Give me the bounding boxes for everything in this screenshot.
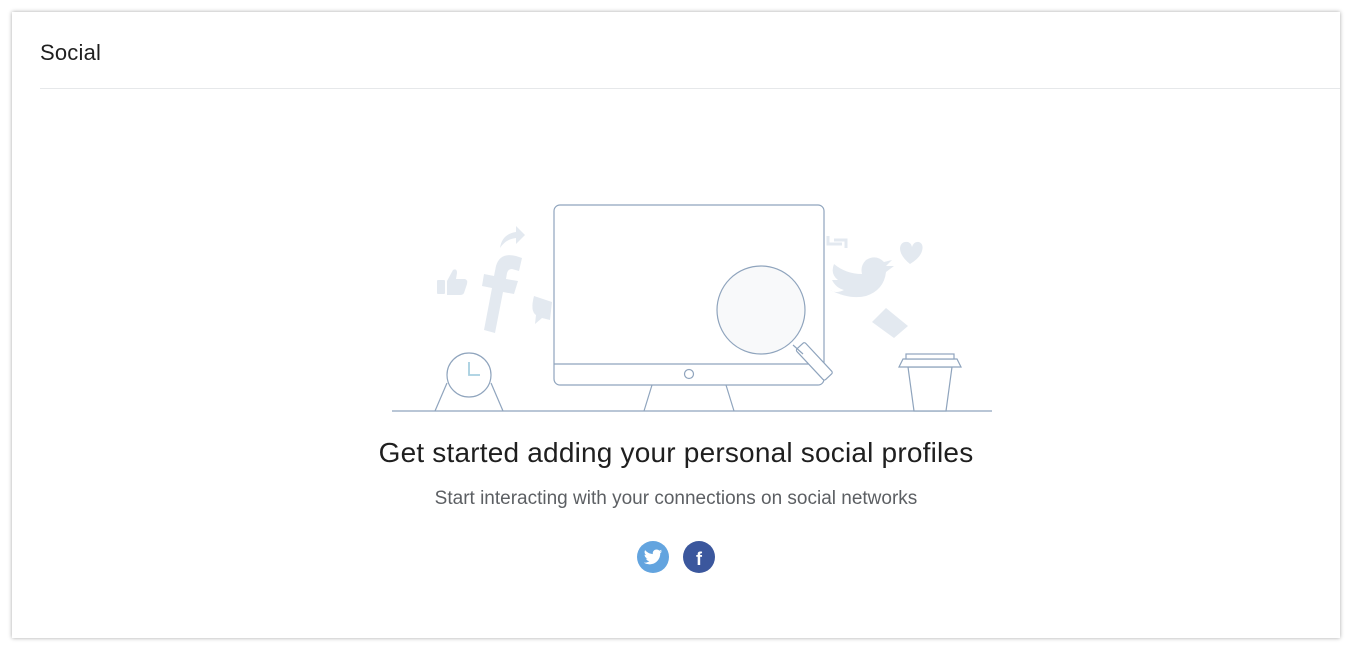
- coffee-cup-icon: [898, 353, 962, 412]
- social-buttons: f: [0, 541, 1352, 573]
- facebook-icon: [482, 255, 522, 333]
- like-icon: [437, 269, 468, 295]
- empty-state-illustration: [392, 204, 992, 412]
- card-header: Social: [40, 12, 1340, 89]
- facebook-button[interactable]: f: [683, 541, 715, 573]
- heart-icon: [900, 241, 923, 264]
- envelope-icon: [872, 308, 908, 338]
- facebook-icon: f: [696, 548, 702, 569]
- bubble-icon: [532, 296, 552, 324]
- page-title: Social: [40, 40, 102, 65]
- retweet-icon: [826, 236, 848, 248]
- share-icon: [500, 226, 525, 248]
- empty-state-subtext: Start interacting with your connections …: [434, 488, 918, 509]
- empty-state-headline: Get started adding your personal social …: [378, 437, 974, 468]
- twitter-button[interactable]: [637, 541, 669, 573]
- twitter-icon: [643, 549, 663, 565]
- clock-icon: [434, 352, 504, 412]
- twitter-bird-icon: [830, 257, 894, 298]
